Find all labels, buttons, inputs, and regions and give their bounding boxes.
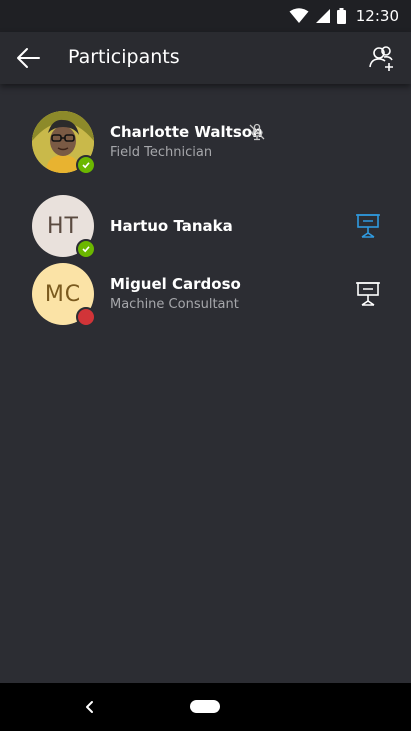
present-icon[interactable] — [355, 281, 381, 307]
participant-role: Field Technician — [110, 145, 213, 160]
avatar: MC — [32, 263, 96, 327]
presenting-icon[interactable] — [355, 213, 381, 239]
page-title: Participants — [68, 46, 180, 68]
battery-icon — [336, 8, 346, 24]
participant-name: Miguel Cardoso — [110, 275, 241, 293]
navigation-bar — [0, 683, 411, 731]
participant-row[interactable]: HT Hartuo Tanaka — [0, 192, 411, 262]
signal-icon — [315, 9, 330, 23]
participant-name: Charlotte Waltson — [110, 123, 263, 141]
avatar — [32, 111, 96, 175]
status-icons: 12:30 — [289, 5, 399, 27]
muted-microphone-icon — [249, 123, 265, 141]
wifi-icon — [289, 8, 309, 23]
participant-name: Hartuo Tanaka — [110, 217, 233, 235]
back-arrow-icon[interactable] — [14, 44, 42, 72]
participant-role: Machine Consultant — [110, 297, 239, 312]
participant-row[interactable]: Charlotte Waltson Field Technician — [0, 108, 411, 178]
status-time: 12:30 — [355, 7, 399, 25]
presence-available-icon — [76, 239, 96, 259]
status-bar: 12:30 — [0, 0, 411, 32]
presence-available-icon — [76, 155, 96, 175]
presence-busy-icon — [76, 307, 96, 327]
home-pill-button[interactable] — [190, 700, 220, 713]
app-bar: Participants — [0, 32, 411, 84]
avatar: HT — [32, 195, 96, 259]
participant-row[interactable]: MC Miguel Cardoso Machine Consultant — [0, 260, 411, 330]
add-participant-icon[interactable] — [367, 43, 397, 73]
nav-back-icon[interactable] — [80, 697, 100, 717]
